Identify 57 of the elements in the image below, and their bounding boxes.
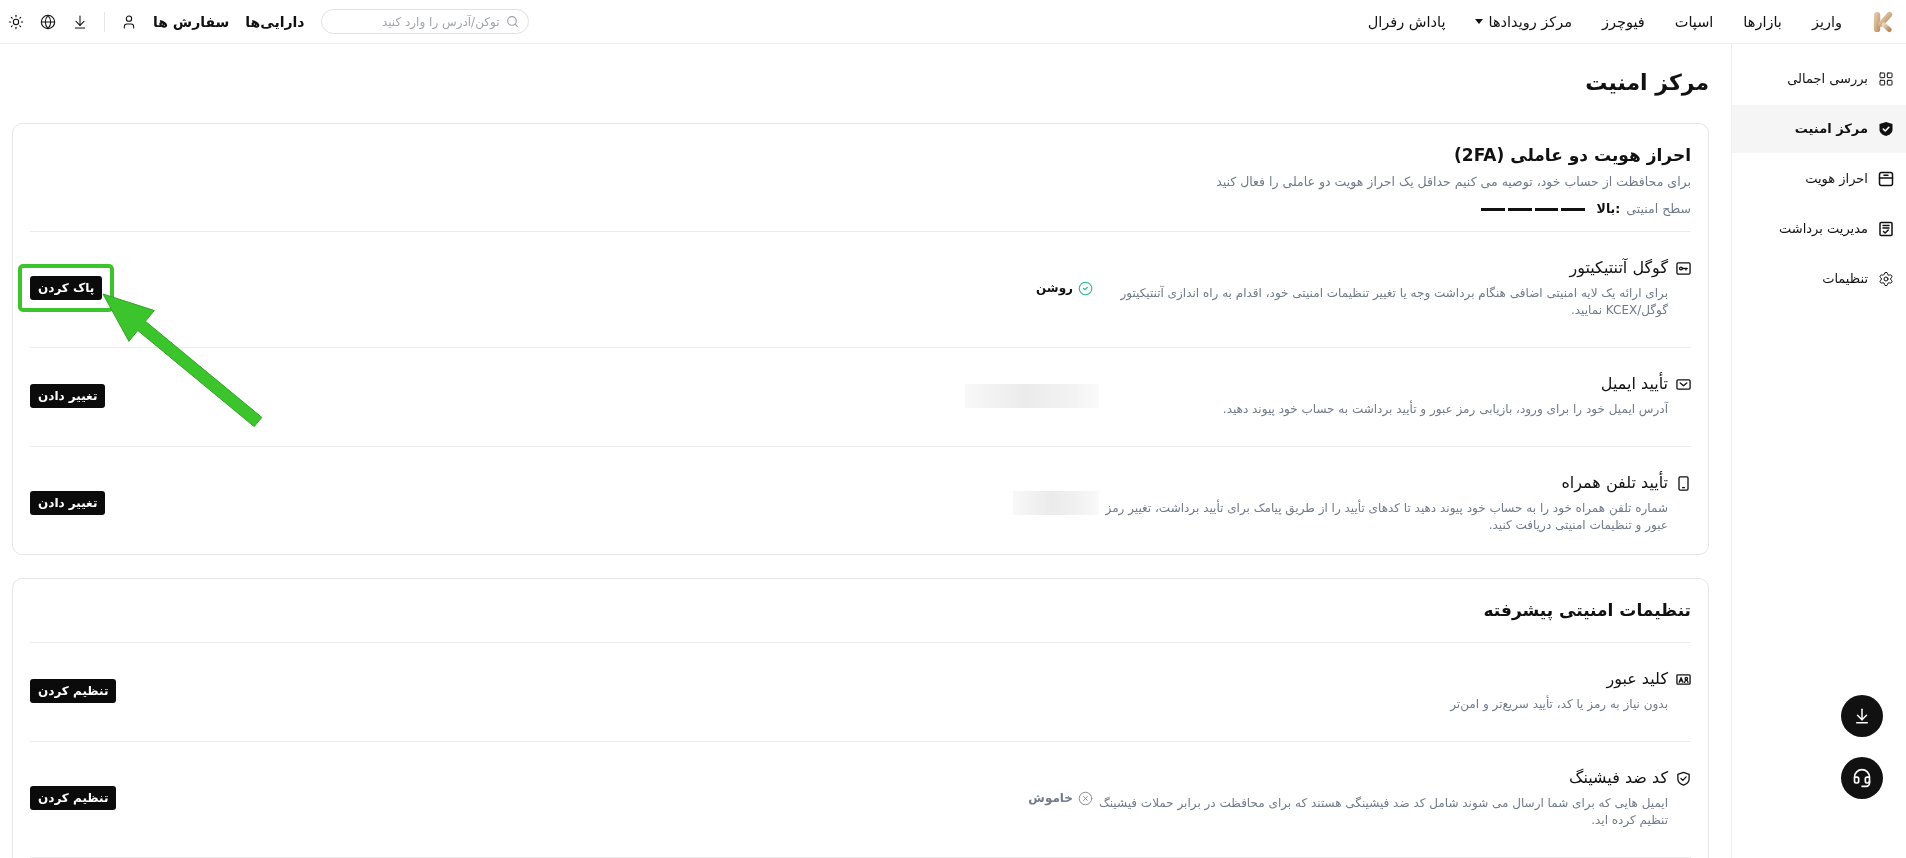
status-label: خاموش xyxy=(1028,790,1073,807)
status-label: روشن xyxy=(1036,280,1073,297)
action-button[interactable]: تغییر دادن xyxy=(30,383,106,408)
security-level-label: سطح امنیتی xyxy=(1626,200,1691,218)
id-card-icon xyxy=(1676,671,1691,687)
key-icon xyxy=(1676,260,1691,276)
security-level-value: :بالا xyxy=(1596,200,1621,218)
page-title: مرکز امنیت xyxy=(1584,69,1709,98)
setting-description: بدون نیاز به رمز یا کد، تأیید سریع‌تر و امن‌تر xyxy=(1448,696,1668,713)
setting-title: کد ضد فیشینگ xyxy=(1569,767,1668,789)
settings-icon xyxy=(1878,271,1894,287)
sidebar-item[interactable]: مرکز امنیت xyxy=(1732,105,1906,153)
user-icon[interactable] xyxy=(121,13,137,30)
sidebar-item[interactable]: احراز هویت xyxy=(1732,155,1906,203)
download-icon[interactable] xyxy=(72,13,88,30)
header-link[interactable]: دارایی‌ها xyxy=(245,11,305,32)
setting-description: شماره تلفن همراه خود را به حساب خود پیوند دهید تا کدهای تأیید را از طریق پیامک برای تأیید برداشت، تغییر رمز عبور و تنظیمات امنیتی دریافت کنید. xyxy=(1104,500,1668,534)
panel-icon xyxy=(1878,171,1894,187)
support-button[interactable] xyxy=(1841,757,1883,799)
envelope-icon xyxy=(1676,376,1691,392)
nav-item[interactable]: واریز xyxy=(1811,11,1842,32)
setting-description: ایمیل هایی که برای شما ارسال می شوند شامل کد ضد فیشینگی هستند که برای محافظت در برابر حملات فیشینگ تنظیم کرده اید. xyxy=(1098,795,1668,829)
sidebar-item[interactable]: بررسی اجمالی xyxy=(1732,55,1906,103)
grid-icon xyxy=(1878,71,1894,87)
sidebar-item[interactable]: مدیریت برداشت xyxy=(1732,205,1906,253)
setting-description: آدرس ایمیل خود را برای ورود، بازیابی رمز عبور و تأیید برداشت به حساب خود پیوند دهید. xyxy=(1221,401,1668,418)
action-button[interactable]: پاک کردن xyxy=(30,276,103,300)
logo-icon[interactable] xyxy=(1872,9,1894,34)
setting-title: کلید عبور xyxy=(1606,668,1668,690)
globe-icon[interactable] xyxy=(40,13,56,30)
action-button[interactable]: تغییر دادن xyxy=(30,491,106,515)
setting-description: برای ارائه یک لایه امنیتی اضافی هنگام برداشت وجه یا تغییر تنظیمات امنیتی خود، اقدام به راه اندازی آتنتیکیتور گوگل/KCEX نمایید. xyxy=(1119,285,1668,319)
setting-title: گوگل آتنتیکیتور xyxy=(1569,257,1668,279)
search-icon xyxy=(505,14,519,28)
sidebar-item[interactable]: تنظیمات xyxy=(1732,255,1906,303)
headset-icon xyxy=(1852,768,1872,788)
nav-item[interactable]: بازارها xyxy=(1743,11,1782,32)
section-title: تنظیمات امنیتی پیشرفته xyxy=(1482,599,1691,622)
sun-icon[interactable] xyxy=(8,13,24,30)
section-title: احراز هویت دو عاملی (2FA) xyxy=(1453,144,1691,167)
nav-item[interactable]: فیوچرز xyxy=(1601,11,1645,32)
clipboard-check-icon xyxy=(1878,221,1894,237)
nav-item[interactable]: مرکز رویدادها xyxy=(1475,11,1572,32)
section-description: برای محافظت از حساب خود، توصیه می کنیم حداقل یک احراز هویت دو عاملی را فعال کنید xyxy=(1215,173,1691,191)
nav-item[interactable]: اسپات xyxy=(1674,11,1714,32)
phone-icon xyxy=(1676,475,1691,491)
setting-title: تأیید ایمیل xyxy=(1600,373,1668,395)
shield-check-icon xyxy=(1878,121,1894,137)
search-field[interactable]: توکن/آدرس را وارد کنید xyxy=(320,9,529,35)
setting-title: تأیید تلفن همراه xyxy=(1561,472,1668,494)
action-button[interactable]: تنظیم کردن xyxy=(30,678,117,703)
action-button[interactable]: تنظیم کردن xyxy=(30,786,117,810)
download-icon xyxy=(1853,707,1871,725)
shield-check-icon xyxy=(1676,770,1691,786)
header-link[interactable]: سفارش ها xyxy=(153,11,230,32)
nav-item[interactable]: پاداش رفرال xyxy=(1367,11,1446,32)
download-app-button[interactable] xyxy=(1841,695,1883,737)
